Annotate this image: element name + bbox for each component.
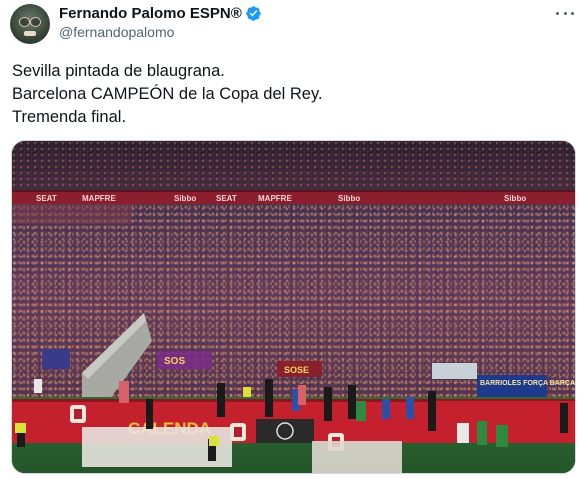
author-name-row: Fernando Palomo ESPN® (59, 3, 262, 23)
tweet-text-line: Tremenda final. (12, 108, 127, 126)
fan-banner-text: SOSE (284, 365, 309, 375)
tweet-text: Sevilla pintada de blaugrana. Barcelona … (12, 60, 572, 129)
tweet-text-line: Barcelona CAMPEÓN de la Copa del Rey. (12, 85, 323, 103)
fan-banner-text: BARRIOLES FORÇA BARÇA (480, 380, 575, 387)
avatar-glasses (19, 17, 41, 27)
svg-text:SOS: SOS (164, 356, 185, 367)
more-dot (571, 11, 574, 15)
more-options-button[interactable] (556, 8, 574, 18)
banner-text: Sibbo (174, 194, 196, 203)
tweet-text-line: Sevilla pintada de blaugrana. (12, 62, 225, 80)
avatar[interactable] (10, 4, 50, 44)
more-dot (556, 11, 559, 15)
banner-text: MAPFRE (258, 194, 292, 203)
tweet-media-photo[interactable]: SEAT MAPFRE Sibbo SEAT MAPFRE Sibbo Sibb… (11, 140, 576, 474)
banner-text: Sibbo (504, 194, 526, 203)
verified-badge-icon (245, 5, 261, 21)
more-dot (563, 11, 567, 15)
banner-text: SEAT (216, 194, 237, 203)
banner-text: MAPFRE (82, 194, 116, 203)
avatar-mouth (24, 31, 36, 36)
banner-text: Sibbo (338, 194, 360, 203)
author-display-name[interactable]: Fernando Palomo ESPN® (59, 5, 242, 22)
banner-text: SEAT (36, 194, 57, 203)
author-handle[interactable]: @fernandopalomo (59, 24, 174, 40)
tweet-card: Fernando Palomo ESPN® @fernandopalomo Se… (0, 0, 588, 479)
stadium-photo: SEAT MAPFRE Sibbo SEAT MAPFRE Sibbo Sibb… (12, 141, 575, 473)
